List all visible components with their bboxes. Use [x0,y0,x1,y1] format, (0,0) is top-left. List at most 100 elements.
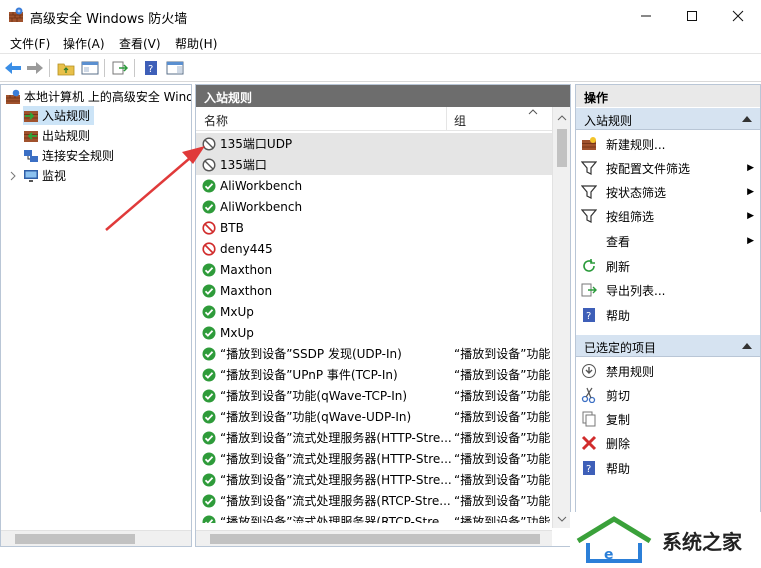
column-name-header[interactable]: 名称 [204,112,228,129]
up-folder-button[interactable] [56,58,76,78]
help-book-icon: ? [583,461,595,475]
action-help-selected[interactable]: ? 帮助 [576,456,760,480]
allow-check-icon [202,515,216,523]
back-button[interactable] [3,58,23,78]
rule-name: “播放到设备”功能(qWave-UDP-In) [220,410,412,424]
table-row[interactable]: “播放到设备”功能(qWave-TCP-In) “播放到设备”功能 [196,385,552,406]
actions-section-inbound[interactable]: 入站规则 [576,108,760,130]
filter-icon [581,161,597,175]
allow-check-icon [202,347,216,360]
rule-name: “播放到设备”功能(qWave-TCP-In) [220,389,408,403]
table-row[interactable]: AliWorkbench [196,175,552,196]
block-icon [202,241,216,256]
svg-text:?: ? [586,464,591,475]
scroll-up-icon[interactable] [553,111,571,125]
rule-group: “播放到设备”功能 [454,452,550,466]
scroll-thumb[interactable] [210,534,540,544]
allow-check-icon [202,200,216,213]
table-row[interactable]: “播放到设备”UPnP 事件(TCP-In) “播放到设备”功能 [196,364,552,385]
tree-item-connection-security[interactable]: 连接安全规则 [23,146,114,165]
action-cut[interactable]: 剪切 [576,383,760,407]
help-button[interactable]: ? [141,58,161,78]
submenu-arrow-icon: ▶ [747,163,754,173]
rule-name: Maxthon [220,283,273,298]
tree-root[interactable]: 本地计算机 上的高级安全 Windows [5,87,191,106]
table-row[interactable]: AliWorkbench [196,196,552,217]
tree-item-outbound-rules[interactable]: 出站规则 [23,126,90,145]
svg-text:?: ? [148,64,153,75]
tree-item-inbound-rules[interactable]: 入站规则 [23,106,95,125]
close-button[interactable] [715,0,761,32]
tree-item-label: 入站规则 [42,109,91,123]
rules-vertical-scrollbar[interactable] [552,107,570,528]
action-copy[interactable]: 复制 [576,407,760,431]
table-row[interactable]: “播放到设备”功能(qWave-UDP-In) “播放到设备”功能 [196,406,552,427]
action-label: 删除 [606,436,631,451]
action-delete[interactable]: 删除 [576,431,760,455]
rule-name: Maxthon [220,262,273,277]
table-row[interactable]: 135端口 [196,154,552,175]
rule-name: 135端口 [220,158,267,172]
show-hide-tree-button[interactable] [80,58,100,78]
table-row[interactable]: “播放到设备”流式处理服务器(HTTP-Stre... “播放到设备”功能 [196,427,552,448]
toolbar-separator [49,59,50,77]
action-new-rule[interactable]: 新建规则... [576,132,760,156]
scroll-down-icon[interactable] [553,512,571,526]
console-tree: 本地计算机 上的高级安全 Windows 入站规则 出站规则 连接安全规则 监视 [0,84,192,547]
menu-view[interactable]: 查看(V) [119,35,161,52]
table-row[interactable]: MxUp [196,322,552,343]
column-divider[interactable] [446,107,447,131]
tree-item-monitoring[interactable]: 监视 [9,166,66,185]
action-refresh[interactable]: 刷新 [576,254,760,278]
rule-name: “播放到设备”流式处理服务器(HTTP-Stre... [220,473,452,487]
column-group-header[interactable]: 组 [454,112,466,129]
rules-pane-header: 入站规则 [196,85,570,107]
tree-horizontal-scrollbar[interactable] [1,530,191,546]
rule-name: “播放到设备”流式处理服务器(RTCP-Stre... [220,515,451,523]
tree-item-label: 监视 [42,169,67,183]
menu-help[interactable]: 帮助(H) [175,35,217,52]
rule-name: “播放到设备”流式处理服务器(HTTP-Stre... [220,431,452,445]
minimize-icon [641,15,651,17]
action-label: 剪切 [606,388,631,403]
table-row[interactable]: deny445 [196,238,552,259]
table-row[interactable]: MxUp [196,301,552,322]
scroll-thumb[interactable] [557,129,567,167]
show-hide-action-pane-button[interactable] [165,58,185,78]
table-row[interactable]: BTB [196,217,552,238]
table-row[interactable]: Maxthon [196,259,552,280]
svg-text:?: ? [586,311,591,322]
action-filter-by-group[interactable]: 按组筛选 ▶ [576,204,760,228]
collapse-up-icon [742,343,752,349]
action-export-list[interactable]: 导出列表... [576,278,760,302]
menu-action[interactable]: 操作(A) [63,35,105,52]
table-row[interactable]: Maxthon [196,280,552,301]
action-help[interactable]: ? 帮助 [576,303,760,327]
table-row[interactable]: “播放到设备”SSDP 发现(UDP-In) “播放到设备”功能 [196,343,552,364]
action-label: 导出列表... [606,283,666,298]
maximize-button[interactable] [669,0,715,32]
menu-file[interactable]: 文件(F) [10,35,50,52]
action-filter-by-state[interactable]: 按状态筛选 ▶ [576,180,760,204]
action-pane-icon [166,61,184,75]
table-row[interactable]: “播放到设备”流式处理服务器(RTCP-Stre... “播放到设备”功能 [196,490,552,511]
scroll-thumb[interactable] [15,534,135,544]
rules-horizontal-scrollbar[interactable] [196,530,552,546]
allow-check-icon [202,431,216,444]
table-row[interactable]: 135端口UDP [196,133,552,154]
actions-section-selected[interactable]: 已选定的项目 [576,335,760,357]
svg-text:e: e [604,547,614,563]
blank-icon [581,233,597,249]
minimize-button[interactable] [623,0,669,32]
table-row[interactable]: “播放到设备”流式处理服务器(HTTP-Stre... “播放到设备”功能 [196,469,552,490]
action-view[interactable]: 查看 ▶ [576,229,760,253]
action-filter-by-profile[interactable]: 按配置文件筛选 ▶ [576,156,760,180]
table-row[interactable]: “播放到设备”流式处理服务器(RTCP-Stre... “播放到设备”功能 [196,511,552,523]
forward-button[interactable] [25,58,45,78]
action-disable-rule[interactable]: 禁用规则 [576,359,760,383]
export-button[interactable] [110,58,130,78]
house-logo-icon: e [576,516,652,563]
disable-rule-icon [582,364,596,378]
table-row[interactable]: “播放到设备”流式处理服务器(HTTP-Stre... “播放到设备”功能 [196,448,552,469]
rule-group: “播放到设备”功能 [454,410,550,424]
